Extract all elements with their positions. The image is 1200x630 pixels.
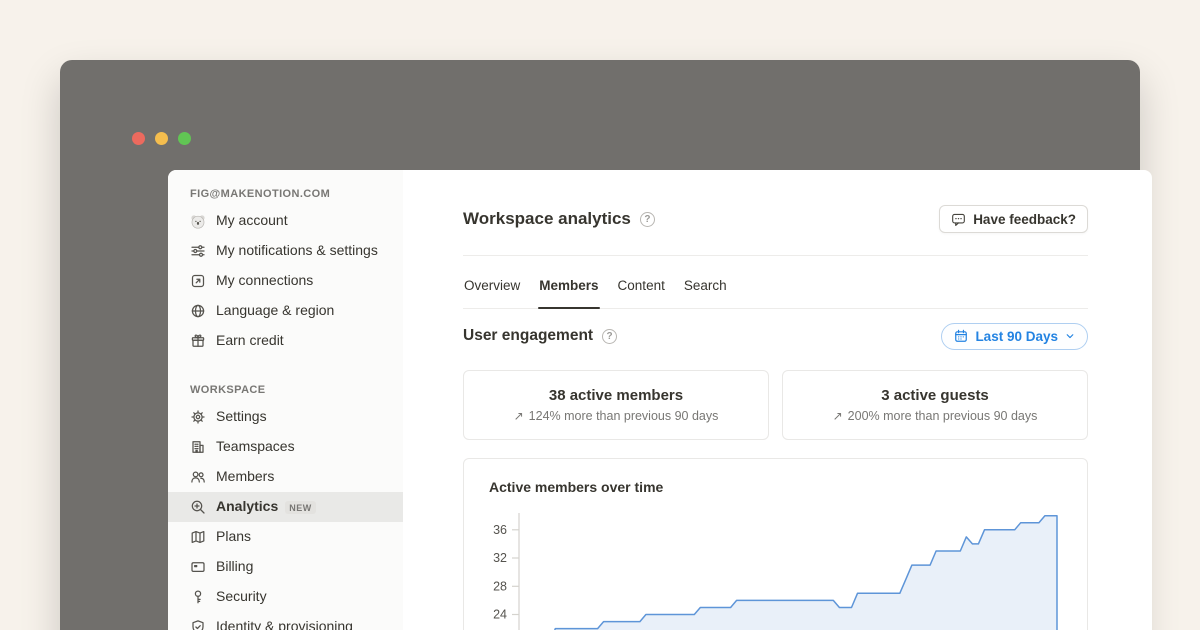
settings-panel: FIG@MAKENOTION.COM My account My notifica… — [168, 170, 1152, 630]
sidebar-item-label: Settings — [216, 407, 267, 427]
new-badge: NEW — [285, 501, 316, 514]
tab-overview[interactable]: Overview — [463, 271, 521, 308]
date-range-label: Last 90 Days — [975, 329, 1058, 344]
trend-up-icon: ↗ — [514, 409, 524, 423]
sidebar-item-label: Identity & provisioning — [216, 617, 353, 630]
avatar-icon — [190, 213, 206, 230]
y-axis-label: 24 — [493, 608, 507, 622]
minimize-button[interactable] — [155, 132, 168, 145]
active-members-chart-card: Active members over time 162024283236 — [463, 458, 1088, 630]
people-icon — [190, 469, 206, 485]
tab-search[interactable]: Search — [683, 271, 728, 308]
help-icon[interactable]: ? — [602, 329, 617, 344]
credit-card-icon — [190, 559, 206, 575]
sidebar-item-analytics[interactable]: Analytics NEW — [168, 492, 403, 522]
chart-title: Active members over time — [464, 459, 1087, 495]
page-title: Workspace analytics — [463, 209, 631, 229]
sidebar-item-earn-credit[interactable]: Earn credit — [168, 326, 403, 356]
shield-check-icon — [190, 619, 206, 630]
settings-sidebar: FIG@MAKENOTION.COM My account My notifica… — [168, 170, 403, 630]
sidebar-item-plans[interactable]: Plans — [168, 522, 403, 552]
help-icon[interactable]: ? — [640, 212, 655, 227]
workspace-header: WORKSPACE — [168, 380, 403, 402]
key-icon — [190, 589, 206, 605]
tab-content[interactable]: Content — [617, 271, 666, 308]
close-button[interactable] — [132, 132, 145, 145]
section-title-row: User engagement ? — [463, 327, 617, 345]
stat-cards-row: 38 active members ↗ 124% more than previou… — [463, 370, 1088, 440]
sidebar-item-language-region[interactable]: Language & region — [168, 296, 403, 326]
gear-icon — [190, 409, 206, 425]
speech-bubble-icon — [951, 212, 966, 227]
trend-up-icon: ↗ — [833, 409, 843, 423]
sidebar-item-settings[interactable]: Settings — [168, 402, 403, 432]
stat-card-3-active-guests: 3 active guests ↗ 200% more than previous … — [782, 370, 1088, 440]
sidebar-item-label: My account — [216, 211, 288, 231]
stat-value: 38 active members — [549, 387, 683, 404]
date-range-dropdown[interactable]: Last 90 Days — [941, 323, 1088, 350]
stat-card-38-active-members: 38 active members ↗ 124% more than previou… — [463, 370, 769, 440]
y-axis-label: 28 — [493, 580, 507, 594]
sidebar-item-label: Language & region — [216, 301, 334, 321]
building-icon — [190, 439, 206, 455]
header-divider — [463, 255, 1088, 256]
sidebar-item-my-account[interactable]: My account — [168, 206, 403, 236]
sidebar-item-label: Teamspaces — [216, 437, 295, 457]
chart-area-fill — [519, 516, 1057, 630]
account-section: My account My notifications & settings My … — [168, 206, 403, 356]
analytics-tab-bar: Overview Members Content Search — [463, 271, 1088, 309]
calendar-icon — [954, 329, 968, 343]
tab-members[interactable]: Members — [538, 271, 599, 308]
sidebar-item-label: Plans — [216, 527, 251, 547]
y-axis-label: 32 — [493, 551, 507, 565]
zoom-button[interactable] — [178, 132, 191, 145]
have-feedback-label: Have feedback? — [973, 212, 1076, 227]
sidebar-item-my-notifications-settings[interactable]: My notifications & settings — [168, 236, 403, 266]
sidebar-item-billing[interactable]: Billing — [168, 552, 403, 582]
settings-window: FIG@MAKENOTION.COM My account My notifica… — [60, 60, 1140, 630]
sidebar-item-label: My notifications & settings — [216, 241, 378, 261]
user-engagement-title: User engagement — [463, 327, 593, 345]
sidebar-item-my-connections[interactable]: My connections — [168, 266, 403, 296]
sidebar-item-label: Earn credit — [216, 331, 284, 351]
sliders-icon — [190, 243, 206, 259]
stat-delta-text: 124% more than previous 90 days — [529, 409, 719, 423]
chevron-down-icon — [1065, 331, 1075, 341]
sidebar-item-label: Analytics — [216, 497, 278, 517]
stat-delta-text: 200% more than previous 90 days — [848, 409, 1038, 423]
y-axis-label: 36 — [493, 523, 507, 537]
sidebar-item-label: My connections — [216, 271, 313, 291]
active-members-area-chart: 162024283236 — [464, 499, 1088, 630]
sidebar-item-label: Security — [216, 587, 267, 607]
stat-value: 3 active guests — [881, 387, 989, 404]
page-title-row: Workspace analytics ? — [463, 209, 655, 229]
sidebar-item-security[interactable]: Security — [168, 582, 403, 612]
sidebar-item-teamspaces[interactable]: Teamspaces — [168, 432, 403, 462]
stat-delta: ↗ 200% more than previous 90 days — [833, 409, 1038, 423]
arrow-up-right-box-icon — [190, 273, 206, 289]
have-feedback-button[interactable]: Have feedback? — [939, 205, 1088, 233]
window-controls — [132, 132, 191, 145]
sidebar-item-identity-provisioning[interactable]: Identity & provisioning — [168, 612, 403, 630]
globe-icon — [190, 303, 206, 319]
analytics-main: Workspace analytics ? Have feedback? Ove… — [403, 170, 1152, 630]
account-email-header: FIG@MAKENOTION.COM — [168, 184, 403, 206]
map-icon — [190, 529, 206, 545]
sidebar-item-label: Billing — [216, 557, 253, 577]
workspace-section: Settings Teamspaces Members Analytics NEW Pla… — [168, 402, 403, 630]
stat-delta: ↗ 124% more than previous 90 days — [514, 409, 719, 423]
gift-icon — [190, 333, 206, 349]
sidebar-item-label: Members — [216, 467, 274, 487]
magnifier-plus-icon — [190, 499, 206, 515]
sidebar-item-members[interactable]: Members — [168, 462, 403, 492]
